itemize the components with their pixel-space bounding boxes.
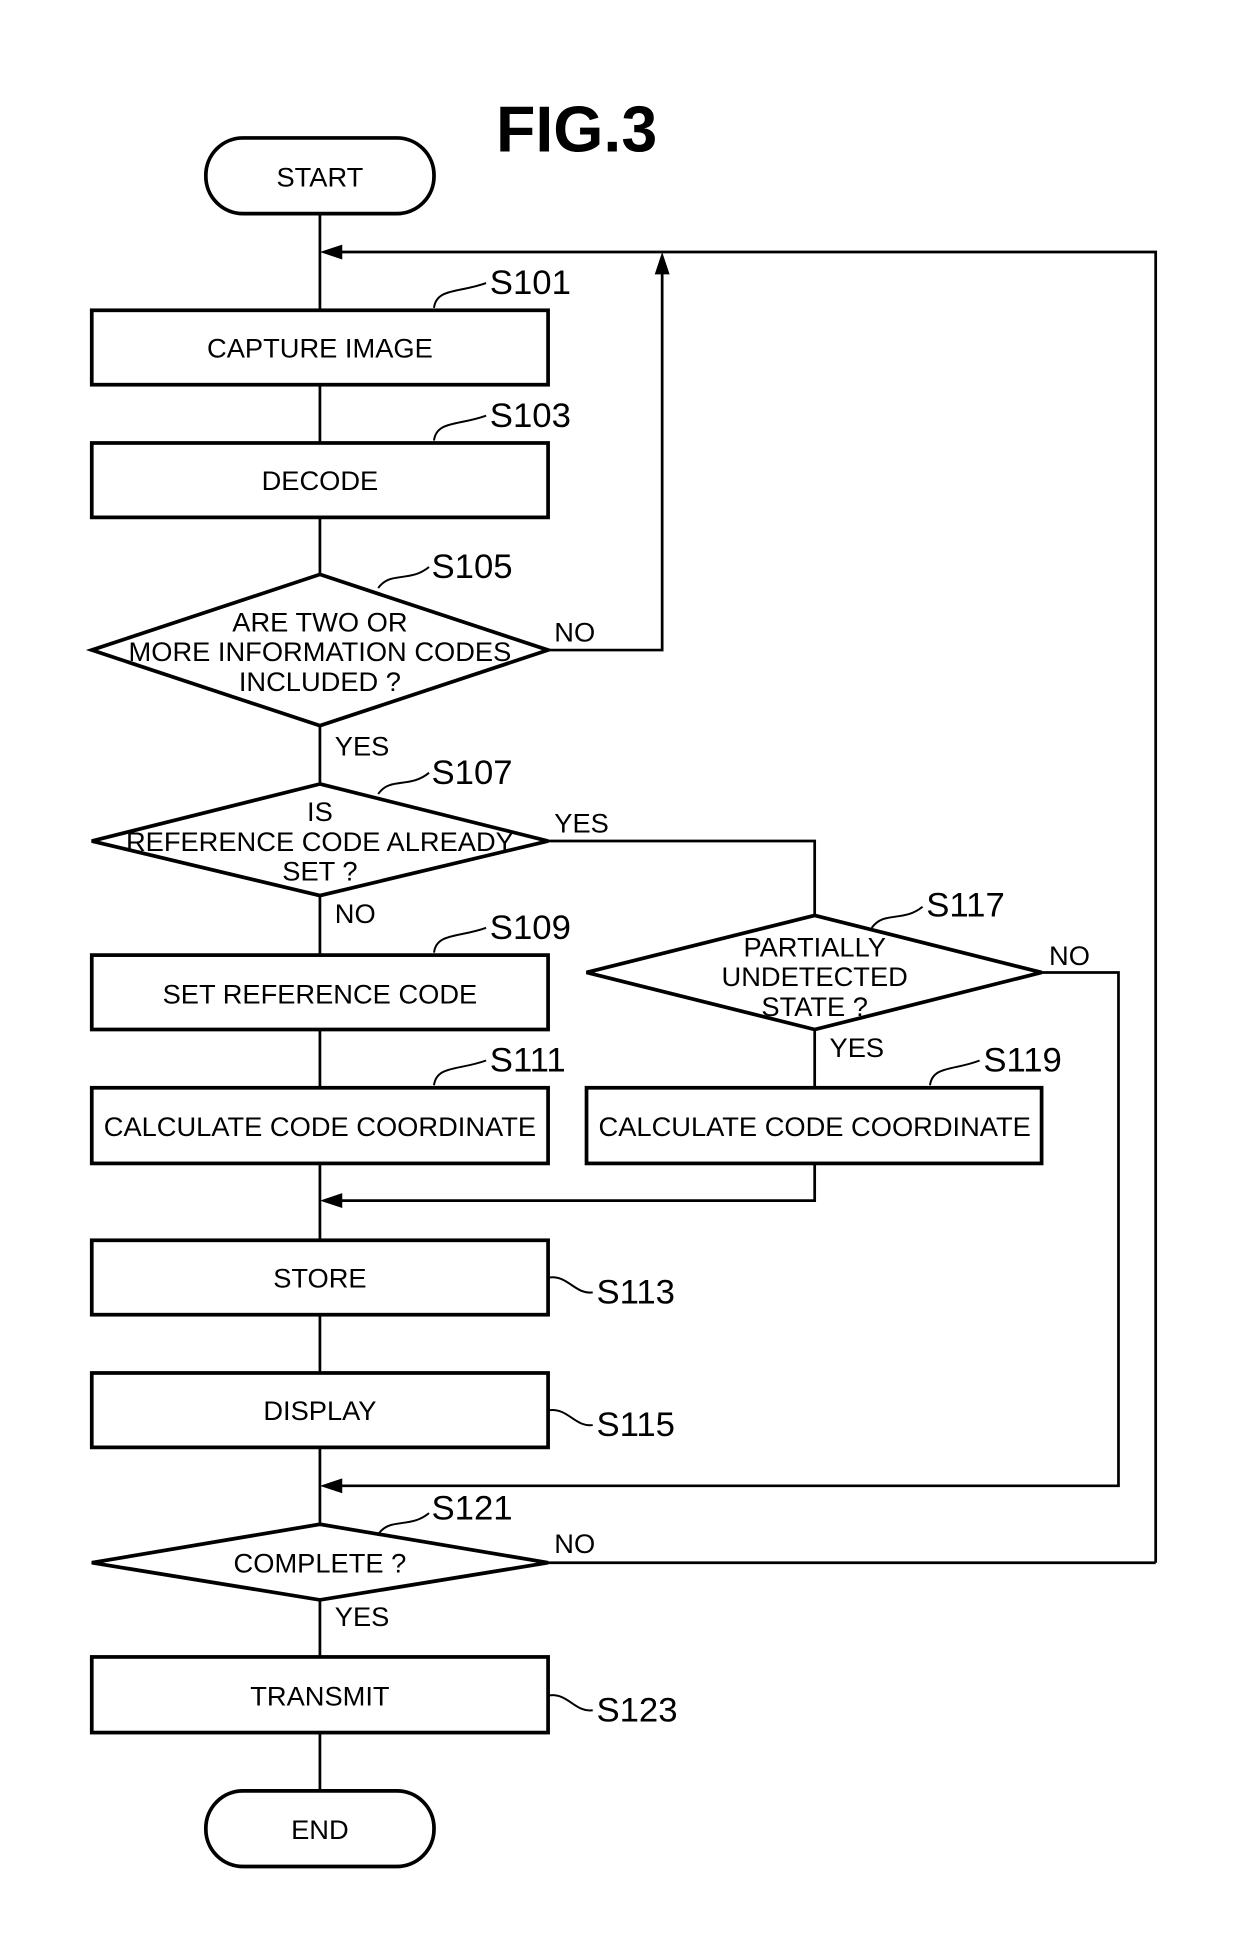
node-s101-text: CAPTURE IMAGE [207, 332, 433, 363]
node-s107-text-3: SET ? [282, 856, 357, 887]
leader-s115 [549, 1409, 593, 1427]
leader-s113 [549, 1276, 593, 1294]
leader-s111 [433, 1059, 487, 1086]
node-end-text: END [291, 1814, 349, 1845]
leader-s119 [929, 1059, 980, 1086]
branch-label-s107-yes: YES [554, 807, 609, 838]
node-start-text: START [276, 161, 363, 192]
node-s105-text-3: INCLUDED ? [239, 666, 401, 697]
edge-s105-no-loop [548, 260, 664, 652]
node-s121-text: COMPLETE ? [234, 1548, 407, 1579]
leader-s121 [377, 1512, 430, 1535]
step-label-s111: S111 [490, 1042, 566, 1080]
node-s123-text: TRANSMIT [250, 1680, 390, 1711]
leader-s103 [433, 414, 487, 441]
leader-s109 [433, 926, 487, 953]
leader-s107 [377, 772, 430, 795]
node-s107-text-2: REFERENCE CODE ALREADY [126, 826, 514, 857]
arrow-left-icon [319, 1193, 343, 1209]
branch-label-s117-yes: YES [830, 1032, 885, 1063]
step-label-s103: S103 [490, 397, 571, 435]
node-s105-text-2: MORE INFORMATION CODES [129, 636, 512, 667]
step-label-s117: S117 [926, 887, 1005, 925]
step-label-s119: S119 [983, 1042, 1062, 1080]
branch-label-s107-no: NO [335, 898, 376, 929]
leader-s123 [549, 1694, 593, 1712]
leader-s105 [377, 566, 430, 589]
step-label-s123: S123 [596, 1691, 677, 1729]
leader-s117 [870, 905, 924, 929]
node-s117-text-1: PARTIALLY [743, 931, 885, 962]
branch-label-s105-no: NO [554, 616, 595, 647]
figure-title: FIG.3 [496, 94, 657, 166]
node-s119-text: CALCULATE CODE COORDINATE [599, 1111, 1031, 1142]
arrow-left-icon [319, 1478, 343, 1494]
step-label-s101: S101 [490, 264, 571, 302]
branch-label-s105-yes: YES [335, 730, 390, 761]
step-label-s109: S109 [490, 909, 571, 947]
flowchart: FIG.3 START CAPTURE IMAGE DECODE ARE TWO… [85, 94, 1158, 1869]
node-s105-text-1: ARE TWO OR [232, 606, 407, 637]
step-label-s107: S107 [432, 754, 513, 792]
node-s117-text-2: UNDETECTED [722, 961, 908, 992]
step-label-s113: S113 [596, 1274, 675, 1312]
arrow-up-icon [654, 252, 670, 275]
node-s109-text: SET REFERENCE CODE [163, 978, 478, 1009]
step-label-s115: S115 [596, 1406, 675, 1444]
node-s113-text: STORE [273, 1262, 366, 1293]
step-label-s121: S121 [432, 1489, 513, 1527]
arrow-left-icon [319, 244, 343, 260]
node-s103-text: DECODE [262, 465, 379, 496]
edge-s119-merge [328, 1163, 817, 1202]
branch-label-s121-yes: YES [335, 1601, 390, 1632]
node-s115-text: DISPLAY [263, 1395, 376, 1426]
branch-label-s117-no: NO [1049, 940, 1090, 971]
node-s111-text: CALCULATE CODE COORDINATE [104, 1111, 536, 1142]
step-label-s105: S105 [432, 548, 513, 586]
leader-s101 [433, 282, 487, 309]
edge-s107-yes [548, 839, 817, 916]
node-s107-text-1: IS [307, 796, 333, 827]
node-s117-text-3: STATE ? [761, 991, 868, 1022]
branch-label-s121-no: NO [554, 1528, 595, 1559]
